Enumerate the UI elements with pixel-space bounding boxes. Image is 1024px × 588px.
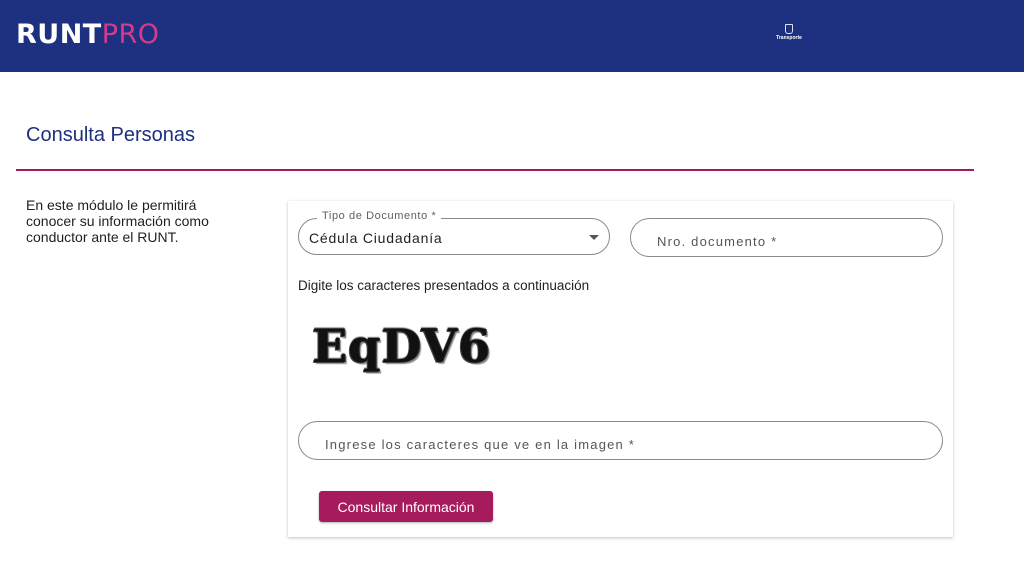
- caret-down-icon: [589, 235, 599, 240]
- consultar-button[interactable]: Consultar Información: [319, 491, 493, 522]
- ministry-logo: Transporte: [772, 24, 806, 41]
- document-type-value: Cédula Ciudadanía: [309, 230, 443, 246]
- ministry-label: Transporte: [776, 35, 802, 41]
- captcha-input-placeholder: Ingrese los caracteres que ve en la imag…: [325, 437, 636, 452]
- document-type-select[interactable]: Tipo de Documento * Cédula Ciudadanía: [298, 210, 610, 255]
- captcha-input[interactable]: Ingrese los caracteres que ve en la imag…: [298, 421, 943, 460]
- title-divider: [16, 169, 974, 171]
- crest-icon: [785, 24, 793, 34]
- logo-runt-text: RUNT: [16, 19, 102, 50]
- document-number-placeholder: Nro. documento *: [657, 234, 778, 249]
- page-title: Consulta Personas: [26, 124, 195, 146]
- runtpro-logo[interactable]: RUNTPRO: [16, 19, 160, 51]
- query-form-card: Tipo de Documento * Cédula Ciudadanía Nr…: [288, 201, 953, 537]
- document-number-input[interactable]: Nro. documento *: [630, 218, 943, 257]
- logo-pro-text: PRO: [101, 19, 160, 50]
- captcha-instructions: Digite los caracteres presentados a cont…: [298, 278, 590, 293]
- captcha-image: EqDV6: [312, 319, 492, 373]
- module-description: En este módulo le permitirá conocer su i…: [26, 197, 209, 245]
- top-app-bar: RUNTPRO Transporte: [0, 0, 1024, 72]
- document-type-label: Tipo de Documento *: [317, 210, 442, 222]
